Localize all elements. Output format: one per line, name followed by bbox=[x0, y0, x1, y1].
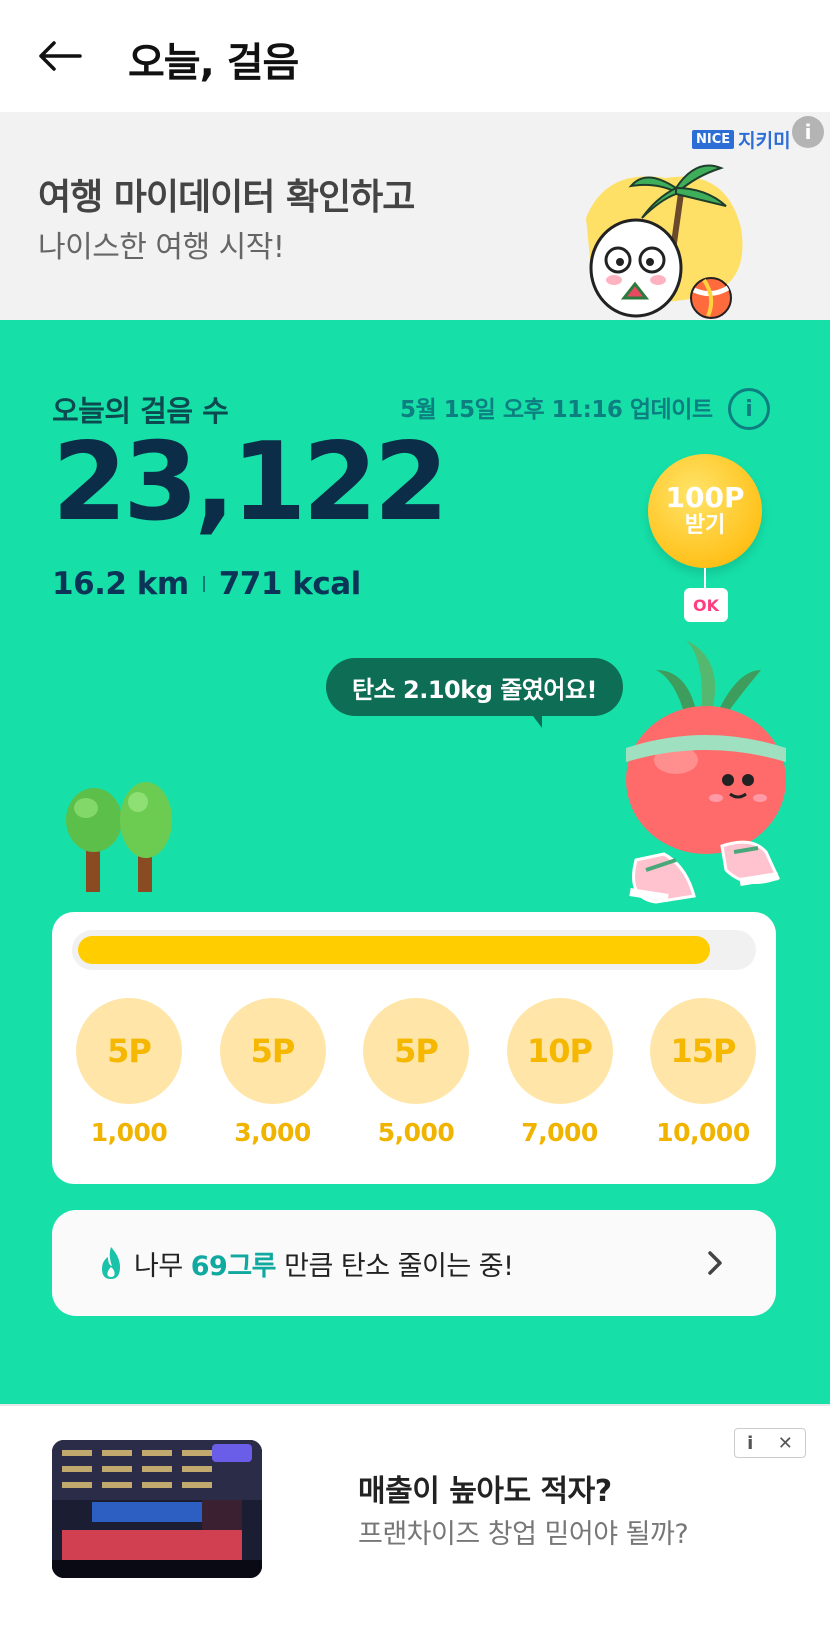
chevron-right-icon bbox=[708, 1251, 722, 1275]
fire-icon bbox=[102, 1247, 120, 1279]
banner-info-button[interactable]: i bbox=[792, 116, 824, 148]
milestone-steps: 7,000 bbox=[521, 1118, 598, 1147]
page-title: 오늘, 걸음 bbox=[128, 40, 299, 86]
reward-balloon-button[interactable]: 100P 받기 bbox=[648, 454, 762, 568]
steps-progress-bar bbox=[72, 930, 756, 970]
milestone-1000[interactable]: 5P 1,000 bbox=[76, 998, 182, 1147]
brand-box: NICE bbox=[692, 130, 735, 149]
milestone-7000[interactable]: 10P 7,000 bbox=[506, 998, 613, 1147]
milestone-points: 10P bbox=[506, 998, 613, 1104]
milestone-10000[interactable]: 15P 10,000 bbox=[650, 998, 756, 1147]
update-time: 5월 15일 오후 11:16 업데이트 bbox=[400, 397, 713, 423]
steps-panel: 오늘의 걸음 수 5월 15일 오후 11:16 업데이트 i 23,122 1… bbox=[0, 320, 830, 1404]
ad-controls: i ✕ bbox=[734, 1428, 806, 1458]
banner-subtitle: 나이스한 여행 시작! bbox=[38, 230, 285, 265]
steps-count: 23,122 bbox=[52, 420, 449, 545]
milestone-steps: 5,000 bbox=[377, 1118, 455, 1147]
milestone-points: 15P bbox=[650, 998, 756, 1104]
banner-title: 여행 마이데이터 확인하고 bbox=[38, 177, 415, 218]
milestone-card: 5P 1,000 5P 3,000 5P 5,000 10P 7,000 15P… bbox=[52, 912, 776, 1184]
promo-banner[interactable]: 여행 마이데이터 확인하고 나이스한 여행 시작! NICE 지키미 i bbox=[0, 112, 830, 320]
milestone-5000[interactable]: 5P 5,000 bbox=[363, 998, 469, 1147]
ad-subtitle: 프랜차이즈 창업 믿어야 될까? bbox=[358, 1519, 689, 1550]
ad-title[interactable]: 매출이 높아도 적자? bbox=[358, 1466, 612, 1510]
steps-progress-fill bbox=[78, 936, 710, 964]
travel-owl-illustration bbox=[586, 164, 743, 319]
calories: 771 kcal bbox=[218, 566, 362, 602]
ok-cashbag-icon: OK bbox=[684, 588, 728, 622]
milestone-points: 5P bbox=[219, 998, 326, 1104]
milestone-steps: 1,000 bbox=[90, 1118, 168, 1147]
tree-count: 69그루 bbox=[190, 1250, 277, 1282]
stats-row: 16.2 km 771 kcal bbox=[52, 566, 361, 602]
milestone-points: 5P bbox=[363, 998, 469, 1104]
tomato-mascot-illustration bbox=[626, 640, 786, 904]
milestone-points: 5P bbox=[76, 998, 182, 1104]
arrow-left-icon bbox=[39, 41, 82, 71]
milestone-steps: 10,000 bbox=[656, 1118, 750, 1147]
carbon-prefix: 나무 bbox=[134, 1250, 191, 1282]
reward-points: 100P bbox=[665, 481, 745, 514]
ad-info-button[interactable]: i bbox=[747, 1433, 753, 1454]
carbon-speech-bubble: 탄소 2.10kg 줄였어요! bbox=[326, 658, 623, 716]
app-header: 오늘, 걸음 bbox=[0, 0, 830, 112]
ad-close-button[interactable]: ✕ bbox=[778, 1433, 793, 1454]
ad-thumbnail-image[interactable] bbox=[52, 1440, 262, 1578]
trees-illustration bbox=[66, 782, 172, 892]
bottom-ad: 매출이 높아도 적자? 프랜차이즈 창업 믿어야 될까? i ✕ bbox=[0, 1404, 830, 1637]
divider bbox=[202, 576, 205, 592]
milestone-list: 5P 1,000 5P 3,000 5P 5,000 10P 7,000 15P… bbox=[76, 998, 756, 1147]
reward-action: 받기 bbox=[684, 513, 726, 538]
speech-bubble-tail bbox=[530, 712, 542, 728]
milestone-steps: 3,000 bbox=[234, 1118, 311, 1147]
carbon-reduction-link[interactable]: 나무 69그루 만큼 탄소 줄이는 중! bbox=[52, 1210, 776, 1316]
distance: 16.2 km bbox=[52, 566, 189, 602]
back-button[interactable] bbox=[36, 32, 84, 80]
milestone-3000[interactable]: 5P 3,000 bbox=[219, 998, 326, 1147]
carbon-suffix: 만큼 탄소 줄이는 중! bbox=[276, 1250, 514, 1282]
info-icon[interactable]: i bbox=[728, 388, 770, 430]
carbon-text: 나무 69그루 만큼 탄소 줄이는 중! bbox=[134, 1244, 514, 1283]
